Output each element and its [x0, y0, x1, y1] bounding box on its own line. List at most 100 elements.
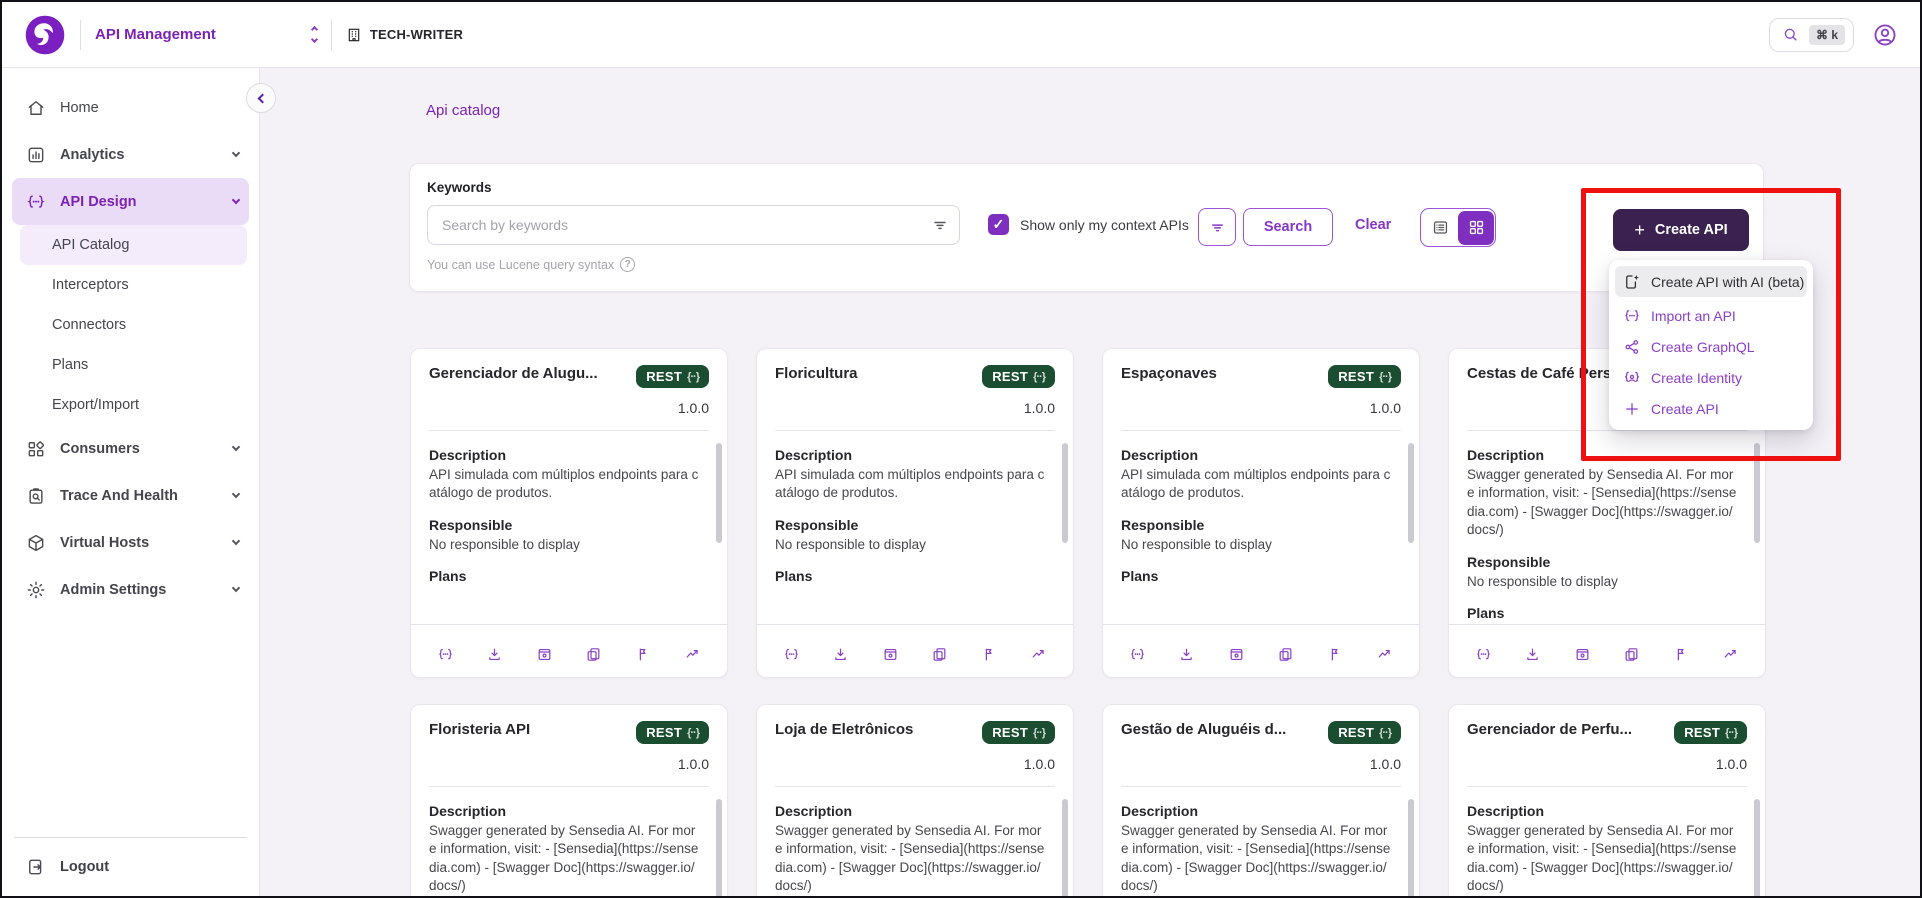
metrics-icon[interactable] [1030, 646, 1047, 663]
create-api-menu-item[interactable]: Create GraphQL [1615, 331, 1807, 362]
code-braces-icon[interactable] [783, 646, 800, 663]
documentation-icon[interactable] [1228, 646, 1245, 663]
sidebar-item-api-catalog[interactable]: API Catalog [20, 225, 247, 265]
documentation-icon[interactable] [882, 646, 899, 663]
api-card-title: Gerenciador de Perfu... [1467, 721, 1632, 738]
help-icon[interactable]: ? [620, 257, 635, 272]
card-body: Description Swagger generated by Sensedi… [411, 787, 727, 896]
app-switcher-button[interactable] [312, 27, 317, 42]
metrics-icon[interactable] [1722, 646, 1739, 663]
advanced-filter-button[interactable] [1198, 208, 1236, 246]
plus-icon: + [1634, 221, 1645, 239]
download-icon[interactable] [832, 646, 849, 663]
sidebar-item-connectors[interactable]: Connectors [2, 305, 259, 345]
organization-badge: TECH-WRITER [346, 27, 463, 43]
api-card-title: Espaçonaves [1121, 365, 1217, 382]
sidebar-item-interceptors[interactable]: Interceptors [2, 265, 259, 305]
sidebar-item-analytics[interactable]: Analytics [2, 131, 259, 178]
card-body: Description Swagger generated by Sensedi… [1103, 787, 1419, 896]
list-view-icon [1431, 218, 1450, 237]
code-braces-icon: {··} [1033, 727, 1045, 739]
card-scrollbar[interactable] [1062, 799, 1068, 896]
global-search-button[interactable]: ⌘ k [1769, 18, 1854, 52]
flow-icon[interactable] [634, 646, 651, 663]
clear-button[interactable]: Clear [1355, 217, 1391, 233]
download-icon[interactable] [1524, 646, 1541, 663]
create-api-menu-item[interactable]: Import an API [1615, 300, 1807, 331]
account-icon[interactable] [1872, 22, 1898, 48]
download-icon[interactable] [1178, 646, 1195, 663]
api-card[interactable]: Gerenciador de Perfu... REST {··} 1.0.0 … [1448, 704, 1766, 896]
flow-icon[interactable] [1672, 646, 1689, 663]
description-heading: Description [775, 803, 1047, 819]
api-card[interactable]: Gestão de Aluguéis d... REST {··} 1.0.0 … [1102, 704, 1420, 896]
api-card[interactable]: Loja de Eletrônicos REST {··} 1.0.0 Desc… [756, 704, 1074, 896]
card-scrollbar[interactable] [1062, 443, 1068, 543]
card-scrollbar[interactable] [716, 443, 722, 543]
rest-badge-label: REST [646, 725, 682, 740]
card-scrollbar[interactable] [1754, 799, 1760, 896]
card-scrollbar[interactable] [1408, 443, 1414, 543]
sidebar-item-label: Virtual Hosts [60, 535, 149, 551]
sidebar-item-virtual-hosts[interactable]: Virtual Hosts [2, 519, 259, 566]
code-braces-icon[interactable] [437, 646, 454, 663]
chevron-down-icon [232, 443, 240, 451]
api-card[interactable]: Espaçonaves REST {··} 1.0.0 Description … [1102, 348, 1420, 678]
filter-funnel-icon[interactable] [930, 215, 950, 235]
chevron-up-icon [311, 26, 318, 33]
description-heading: Description [775, 447, 1047, 463]
copy-icon[interactable] [1277, 646, 1294, 663]
download-icon[interactable] [486, 646, 503, 663]
menu-item-label: Create API [1651, 401, 1719, 417]
sidebar-item-admin-settings[interactable]: Admin Settings [2, 566, 259, 613]
card-header: Gerenciador de Alugu... REST {··} 1.0.0 [411, 349, 727, 431]
keywords-search-input[interactable] [427, 205, 960, 245]
sidebar-item-consumers[interactable]: Consumers [2, 425, 259, 472]
copy-icon[interactable] [1623, 646, 1640, 663]
documentation-icon[interactable] [536, 646, 553, 663]
context-checkbox-label: Show only my context APIs [1020, 217, 1189, 233]
metrics-icon[interactable] [1376, 646, 1393, 663]
create-api-button[interactable]: + Create API [1613, 209, 1749, 251]
api-card[interactable]: Floricultura REST {··} 1.0.0 Description… [756, 348, 1074, 678]
rest-badge-label: REST [992, 725, 1028, 740]
sidebar-item-home[interactable]: Home [2, 84, 259, 131]
flow-icon[interactable] [1326, 646, 1343, 663]
logout-button[interactable]: Logout [2, 838, 259, 896]
code-braces-icon[interactable] [1475, 646, 1492, 663]
sidebar-item-api-design[interactable]: API Design [12, 178, 249, 225]
api-card[interactable]: Gerenciador de Alugu... REST {··} 1.0.0 … [410, 348, 728, 678]
chevron-down-icon [311, 36, 318, 43]
flow-icon[interactable] [980, 646, 997, 663]
responsible-text: No responsible to display [1467, 573, 1739, 591]
create-api-menu-item[interactable]: Create API with AI (beta) [1615, 266, 1807, 297]
building-icon [346, 27, 362, 43]
card-scrollbar[interactable] [716, 799, 722, 896]
card-scrollbar[interactable] [1408, 799, 1414, 896]
documentation-icon[interactable] [1574, 646, 1591, 663]
sidebar-item-trace-and-health[interactable]: Trace And Health [2, 472, 259, 519]
sidebar-collapse-button[interactable] [246, 83, 276, 113]
context-checkbox-group[interactable]: ✓ Show only my context APIs [988, 214, 1189, 235]
card-header: Loja de Eletrônicos REST {··} 1.0.0 [757, 705, 1073, 787]
api-card-title: Floricultura [775, 365, 858, 382]
code-braces-icon[interactable] [1129, 646, 1146, 663]
responsible-heading: Responsible [429, 517, 701, 533]
api-version: 1.0.0 [429, 400, 709, 416]
metrics-icon[interactable] [684, 646, 701, 663]
checkbox-checked-icon[interactable]: ✓ [988, 214, 1009, 235]
create-api-menu-item[interactable]: Create API [1615, 393, 1807, 424]
list-view-button[interactable] [1422, 211, 1458, 245]
sidebar-item-plans[interactable]: Plans [2, 345, 259, 385]
search-button[interactable]: Search [1243, 208, 1333, 246]
sidebar-item-export-import[interactable]: Export/Import [2, 385, 259, 425]
copy-icon[interactable] [931, 646, 948, 663]
api-card-title: Floristeria API [429, 721, 530, 738]
sidebar-item-label: Consumers [60, 441, 140, 457]
card-scrollbar[interactable] [1754, 443, 1760, 543]
card-body: Description Swagger generated by Sensedi… [1449, 431, 1765, 624]
copy-icon[interactable] [585, 646, 602, 663]
grid-view-button[interactable] [1458, 211, 1494, 245]
create-api-menu-item[interactable]: Create Identity [1615, 362, 1807, 393]
api-card[interactable]: Floristeria API REST {··} 1.0.0 Descript… [410, 704, 728, 896]
